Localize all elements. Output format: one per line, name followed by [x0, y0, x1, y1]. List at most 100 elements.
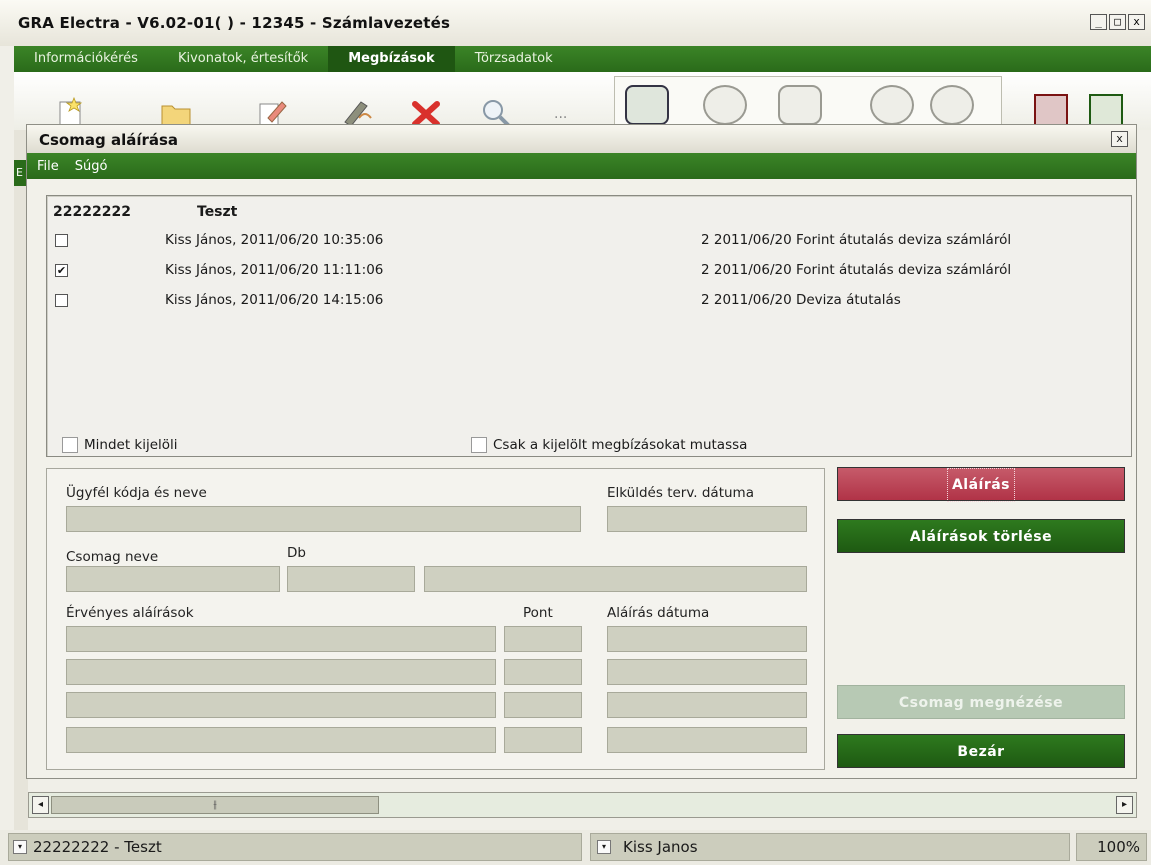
select-all-label: Mindet kijelöli: [84, 437, 178, 453]
row-checkbox[interactable]: [55, 234, 68, 247]
scroll-left-arrow-icon[interactable]: ◂: [32, 796, 49, 814]
main-toolbar: ...: [14, 72, 1151, 130]
signature-date-label: Aláírás dátuma: [607, 605, 710, 621]
delete-icon[interactable]: [409, 96, 443, 126]
status-user[interactable]: ▾ Kiss Janos: [590, 833, 1070, 861]
show-selected-option[interactable]: Csak a kijelölt megbízásokat mutassa: [471, 437, 747, 453]
points-field: [504, 626, 582, 652]
close-window-button[interactable]: x: [1128, 14, 1145, 30]
signature-field: [66, 727, 496, 753]
new-doc-icon[interactable]: [54, 96, 88, 126]
signature-details-panel: Ügyfél kódja és neve Elküldés terv. dátu…: [46, 468, 825, 770]
list-item[interactable]: ✔ Kiss János, 2011/06/20 11:11:06 2 2011…: [47, 258, 1131, 288]
signature-date-field: [607, 659, 807, 685]
valid-signatures-label: Érvényes aláírások: [66, 605, 194, 621]
minimize-button[interactable]: _: [1090, 14, 1107, 30]
row-checkbox-checked[interactable]: ✔: [55, 264, 68, 277]
status-account[interactable]: ▾ 22222222 - Teszt: [8, 833, 582, 861]
scroll-right-arrow-icon[interactable]: ▸: [1116, 796, 1133, 814]
client-label: Ügyfél kódja és neve: [66, 485, 207, 501]
delete-signatures-label: Aláírások törlése: [909, 529, 1053, 545]
status-user-text: Kiss Janos: [623, 838, 698, 856]
receive-icon[interactable]: [870, 85, 914, 125]
dialog-title: Csomag aláírása: [39, 131, 179, 149]
show-selected-checkbox[interactable]: [471, 437, 487, 453]
package-name-field: [66, 566, 280, 592]
user-dropdown-icon[interactable]: ▾: [597, 840, 611, 854]
list-item[interactable]: Kiss János, 2011/06/20 14:15:06 2 2011/0…: [47, 288, 1131, 318]
show-selected-label: Csak a kijelölt megbízásokat mutassa: [493, 437, 748, 453]
window-title: GRA Electra - V6.02-01( ) - 12345 - Szám…: [18, 14, 451, 32]
search-icon[interactable]: [479, 96, 513, 126]
scroll-thumb[interactable]: ⫲: [51, 796, 379, 814]
order-list[interactable]: 22222222 Teszt Kiss János, 2011/06/20 10…: [46, 195, 1132, 457]
signature-field: [66, 626, 496, 652]
send-date-field: [607, 506, 807, 532]
select-all-checkbox[interactable]: [62, 437, 78, 453]
send-icon[interactable]: [703, 85, 747, 125]
red-tool-icon[interactable]: [1034, 94, 1068, 126]
client-field: [66, 506, 581, 532]
status-account-text: 22222222 - Teszt: [33, 838, 162, 856]
count-label: Db: [287, 545, 306, 561]
view-package-button[interactable]: Csomag megnézése: [837, 685, 1125, 719]
account-dropdown-icon[interactable]: ▾: [13, 840, 27, 854]
main-menu-bar: Információkérés Kivonatok, értesítők Meg…: [14, 46, 1151, 72]
menu-torzsadatok[interactable]: Törzsadatok: [455, 46, 573, 72]
green-tool-icon[interactable]: [1089, 94, 1123, 126]
list-group-name: Teszt: [197, 204, 238, 220]
signature-date-field: [607, 626, 807, 652]
row-info: 2 2011/06/20 Deviza átutalás: [701, 292, 901, 308]
status-bar: ▾ 22222222 - Teszt ▾ Kiss Janos 100%: [0, 830, 1151, 865]
row-signer: Kiss János, 2011/06/20 14:15:06: [165, 292, 384, 308]
signature-date-field: [607, 727, 807, 753]
dialog-menu-file[interactable]: File: [37, 159, 59, 174]
send-date-label: Elküldés terv. dátuma: [607, 485, 754, 501]
dialog-menu-bar: File Súgó: [27, 153, 1136, 179]
signature-field: [66, 692, 496, 718]
points-field: [504, 727, 582, 753]
list-item[interactable]: Kiss János, 2011/06/20 10:35:06 2 2011/0…: [47, 228, 1131, 258]
maximize-button[interactable]: □: [1109, 14, 1126, 30]
list-group-id: 22222222: [53, 204, 131, 220]
row-signer: Kiss János, 2011/06/20 10:35:06: [165, 232, 384, 248]
points-label: Pont: [523, 605, 553, 621]
dialog-close-button[interactable]: x: [1111, 131, 1128, 147]
main-title-bar: GRA Electra - V6.02-01( ) - 12345 - Szám…: [0, 0, 1151, 46]
open-folder-icon[interactable]: [159, 96, 193, 126]
edit-icon[interactable]: [254, 96, 288, 126]
row-info: 2 2011/06/20 Forint átutalás deviza szám…: [701, 232, 1012, 248]
row-checkbox[interactable]: [55, 294, 68, 307]
sign-button[interactable]: Aláírás: [837, 467, 1125, 502]
points-field: [504, 692, 582, 718]
row-signer: Kiss János, 2011/06/20 11:11:06: [165, 262, 384, 278]
menu-megbizasok[interactable]: Megbízások: [328, 46, 455, 72]
package-sign-icon[interactable]: [625, 85, 669, 125]
window-controls: _ □ x: [1090, 14, 1145, 30]
signature-field: [66, 659, 496, 685]
signature-date-field: [607, 692, 807, 718]
menu-kivonatok[interactable]: Kivonatok, értesítők: [158, 46, 328, 72]
sign-button-label: Aláírás: [946, 468, 1016, 502]
status-zoom: 100%: [1076, 833, 1147, 861]
view-package-label: Csomag megnézése: [898, 695, 1064, 711]
package-extra-field: [424, 566, 807, 592]
row-info: 2 2011/06/20 Forint átutalás deviza szám…: [701, 262, 1012, 278]
settings-icon[interactable]: [930, 85, 974, 125]
toolbar-package-group: [614, 76, 1002, 128]
count-field: [287, 566, 415, 592]
sign-pen-icon[interactable]: [339, 96, 373, 126]
package-name-label: Csomag neve: [66, 549, 159, 565]
points-field: [504, 659, 582, 685]
dialog-title-bar: Csomag aláírása x: [27, 125, 1136, 153]
horizontal-scrollbar[interactable]: ◂ ⫲ ▸: [28, 792, 1137, 818]
delete-signatures-button[interactable]: Aláírások törlése: [837, 519, 1125, 553]
close-dialog-button[interactable]: Bezár: [837, 734, 1125, 768]
refresh-icon[interactable]: [778, 85, 822, 125]
close-dialog-label: Bezár: [957, 744, 1005, 760]
dialog-menu-help[interactable]: Súgó: [75, 159, 108, 174]
select-all-option[interactable]: Mindet kijelöli: [62, 437, 178, 453]
package-sign-dialog: Csomag aláírása x File Súgó 22222222 Tes…: [26, 124, 1137, 779]
more-icon[interactable]: ...: [554, 106, 567, 122]
menu-informaciokeres[interactable]: Információkérés: [14, 46, 158, 72]
